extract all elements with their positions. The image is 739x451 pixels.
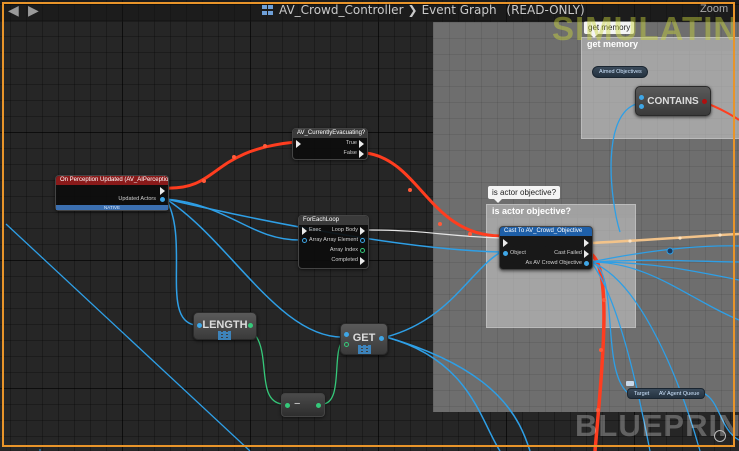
data-wire (610, 102, 641, 233)
object-in-pin[interactable] (503, 251, 508, 256)
foreach-loop-node[interactable]: ForEachLoop Exec Array Loop Body Array E… (298, 215, 369, 269)
data-wire (590, 245, 739, 263)
event-node-perception-updated[interactable]: On Perception Updated (AV_AIPerception) … (55, 175, 169, 211)
pin-label: As AV Crowd Objective (525, 260, 582, 266)
breadcrumb-chevron-icon: ❯ (407, 3, 418, 17)
element-out-pin[interactable] (360, 238, 365, 243)
data-wire (590, 261, 629, 394)
exec-cast-failed-pin[interactable] (584, 250, 589, 258)
node-header: AV_CurrentlyEvacuating? (293, 129, 367, 138)
exec-in-pin[interactable] (503, 239, 508, 247)
array-in-pin[interactable] (197, 323, 202, 328)
exec-in-pin[interactable] (302, 227, 307, 235)
exec-wire (165, 140, 297, 190)
object-wire (590, 232, 739, 245)
pin-label: Array Element (323, 237, 358, 243)
aimed-objectives-variable[interactable]: Aimed Objectives (592, 66, 648, 78)
pin-label: Array Index (329, 247, 358, 253)
bool-out-pin[interactable] (702, 99, 707, 104)
index-out-pin[interactable] (360, 248, 365, 253)
exec-wire-dots (202, 144, 606, 412)
branch-node-currently-evacuating[interactable]: AV_CurrentlyEvacuating? True False (292, 128, 368, 160)
exec-in-pin[interactable] (296, 140, 301, 148)
data-wire (590, 259, 739, 263)
scroll-knob-icon[interactable] (714, 430, 726, 442)
exec-loop-body-pin[interactable] (360, 227, 365, 235)
exec-completed-pin[interactable] (360, 257, 365, 265)
int-out-pin[interactable] (248, 323, 253, 328)
pin-label: True (345, 140, 357, 146)
data-wire (590, 261, 739, 281)
graph-canvas[interactable]: get memory get memory is actor objective… (0, 0, 739, 451)
array-in-pin[interactable] (639, 95, 644, 100)
array-grid-icon (358, 345, 371, 354)
blueprint-graph-icon (262, 5, 273, 15)
pin-label: Completed (331, 257, 358, 263)
back-arrow-icon[interactable]: ◀ (8, 3, 19, 19)
pin-label: Updated Actors (118, 196, 156, 202)
array-out-pin[interactable] (160, 197, 165, 202)
node-header: ForEachLoop (299, 216, 368, 225)
pin-label: AV Agent Queue (658, 391, 700, 397)
node-header: On Perception Updated (AV_AIPerception) (56, 176, 168, 185)
native-footer: NATIVE (56, 205, 168, 210)
data-wire (385, 336, 501, 451)
exec-out-pin[interactable] (584, 239, 589, 247)
as-objective-out-pin[interactable] (584, 261, 589, 266)
pin-label: Target (634, 391, 650, 397)
exec-false-pin[interactable] (359, 150, 364, 158)
item-out-pin[interactable] (379, 336, 384, 341)
reroute-node[interactable] (666, 247, 674, 255)
math-node[interactable]: − (281, 393, 325, 417)
data-wire (165, 198, 301, 241)
simulating-watermark: SIMULATING (552, 10, 739, 47)
minus-operator-icon: − (294, 398, 301, 410)
data-wire (590, 261, 739, 321)
int-in-pin[interactable] (285, 403, 290, 408)
breadcrumb-graph-name[interactable]: Event Graph (422, 3, 497, 17)
exec-wire (365, 151, 502, 238)
int-out-pin[interactable] (316, 403, 321, 408)
pin-label: Array (309, 237, 323, 243)
node-label: CONTAINS (647, 96, 699, 107)
agent-queue-node[interactable]: Target AV Agent Queue (627, 388, 705, 399)
exec-out-pin[interactable] (160, 187, 165, 195)
item-in-pin[interactable] (639, 104, 644, 109)
index-in-pin[interactable] (344, 342, 349, 347)
exec-true-pin[interactable] (359, 140, 364, 148)
breadcrumb: AV_Crowd_Controller ❯ Event Graph (READ-ON… (262, 3, 585, 17)
length-node[interactable]: LENGTH (193, 312, 257, 340)
pin-label: Cast Failed (554, 250, 582, 256)
cast-node-crowd-objective[interactable]: Cast To AV_Crowd_Objective Object Cast F… (499, 226, 593, 270)
pin-label: Loop Body (331, 227, 358, 233)
array-grid-icon (218, 331, 231, 340)
pin-label: False (343, 150, 357, 156)
node-header: Cast To AV_Crowd_Objective (500, 227, 592, 236)
forward-arrow-icon[interactable]: ▶ (28, 3, 39, 19)
array-in-pin[interactable] (302, 238, 307, 243)
data-wire (385, 336, 531, 451)
pin-label: Object (510, 250, 526, 256)
function-badge-icon (626, 381, 634, 386)
pin-label: Exec (309, 227, 322, 233)
data-wire (385, 251, 502, 338)
contains-node[interactable]: CONTAINS (635, 86, 711, 116)
get-node[interactable]: GET (340, 323, 388, 355)
breadcrumb-blueprint-name[interactable]: AV_Crowd_Controller (279, 3, 404, 17)
node-label: LENGTH (202, 319, 248, 331)
array-in-pin[interactable] (344, 332, 349, 337)
